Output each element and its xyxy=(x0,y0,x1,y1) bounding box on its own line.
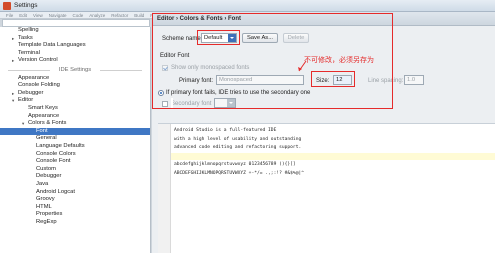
tree-item[interactable]: Console Folding xyxy=(0,82,150,90)
tree-item[interactable]: Language Defaults xyxy=(0,143,150,151)
chevron-right-icon[interactable]: ▸ xyxy=(12,90,14,98)
tree-item[interactable]: Spelling xyxy=(0,27,150,35)
tree-item-label: Terminal xyxy=(18,49,40,56)
tree-item-label: Custom xyxy=(36,165,56,172)
tree-item-label: Tasks xyxy=(18,34,33,41)
tree-item-label: Font xyxy=(36,127,48,134)
menu-item[interactable]: View xyxy=(33,12,43,19)
tree-item[interactable]: Appearance xyxy=(0,113,150,121)
app-icon xyxy=(3,2,11,10)
window-titlebar: Settings xyxy=(0,0,495,12)
tree-item[interactable]: Terminal xyxy=(0,50,150,58)
menu-item[interactable]: File xyxy=(6,12,13,19)
tree-item[interactable]: HTML xyxy=(0,204,150,212)
menu-item[interactable]: Analyze xyxy=(89,12,105,19)
editor-gutter xyxy=(158,124,171,253)
tree-item[interactable]: Java xyxy=(0,181,150,189)
tree-item-label: Language Defaults xyxy=(36,143,85,149)
preview-line: advanced code editing and refactoring su… xyxy=(174,145,302,150)
settings-search-input[interactable] xyxy=(2,19,150,27)
tree-item-label: Console Font xyxy=(36,158,71,165)
preview-line: with a high level of usability and outst… xyxy=(174,136,302,142)
line-spacing-input[interactable]: 1.0 xyxy=(404,75,424,85)
tree-item-label: General xyxy=(36,135,57,142)
tree-item[interactable]: ▸ Version Control xyxy=(0,57,150,65)
tree-item-label: Appearance xyxy=(28,112,60,119)
tree-section-header: IDE Settings xyxy=(0,66,150,74)
tree-item[interactable]: Template Data Languages xyxy=(0,42,150,50)
tree-item[interactable]: Appearance xyxy=(0,75,150,83)
tree-item-label: Editor xyxy=(18,97,34,104)
window-title: Settings xyxy=(14,2,38,9)
annotation-box-scheme xyxy=(197,30,240,45)
chevron-down-icon[interactable]: ▾ xyxy=(12,97,14,105)
tree-item-label: RegExp xyxy=(36,219,57,225)
tree-item[interactable]: Debugger xyxy=(0,173,150,181)
tree-item[interactable]: Android Logcat xyxy=(0,189,150,197)
menu-item[interactable]: Code xyxy=(72,12,83,19)
tree-item[interactable]: Properties xyxy=(0,211,150,219)
annotation-box-size xyxy=(311,71,355,87)
tree-item-label: Smart Keys xyxy=(28,105,58,111)
tree-item-label: Colors & Fonts xyxy=(28,120,67,127)
tree-item-label: Android Logcat xyxy=(36,188,75,195)
tree-item[interactable]: Font xyxy=(0,127,150,136)
menu-item[interactable]: Refactor xyxy=(111,12,128,19)
tree-item-label: Console Colors xyxy=(36,150,76,157)
tree-item-label: Version Control xyxy=(18,57,58,64)
tree-item-label: Debugger xyxy=(18,89,44,96)
tree-item[interactable]: ▾ Colors & Fonts xyxy=(0,120,150,128)
preview-line: ABCDEFGHIJKLMNOPQRSTUVWXYZ +-*/= .,;:!? … xyxy=(174,170,304,176)
annotation-text: 不可修改，必须另存为 xyxy=(304,57,374,64)
tree-item-label: Debugger xyxy=(36,173,62,180)
font-preview-editor[interactable]: Android Studio is a full-featured IDE wit… xyxy=(158,123,495,253)
tree-item[interactable]: Smart Keys xyxy=(0,105,150,113)
tree-item[interactable]: Groovy xyxy=(0,196,150,204)
tree-item[interactable]: Console Font xyxy=(0,158,150,166)
line-spacing-value: 1.0 xyxy=(407,77,416,83)
tree-item[interactable]: ▾ Editor xyxy=(0,97,150,105)
menu-item[interactable]: Edit xyxy=(19,12,27,19)
tree-item-label: Java xyxy=(36,181,49,187)
tree-item-label: Spelling xyxy=(18,27,39,33)
preview-line: Android Studio is a full-featured IDE xyxy=(174,128,277,133)
preview-line: abcdefghijklmnopqrstuvwxyz 0123456789 ()… xyxy=(174,162,296,167)
chevron-down-icon[interactable]: ▾ xyxy=(22,120,24,128)
tree-item[interactable]: Console Colors xyxy=(0,151,150,159)
tree-item[interactable]: ▸ Tasks xyxy=(0,35,150,43)
settings-tree: Spelling ▸ Tasks Template Data Languages Ter… xyxy=(0,27,151,253)
tree-item[interactable]: RegExp xyxy=(0,219,150,227)
settings-content-panel: Editor › Colors & Fonts › Font Scheme na… xyxy=(152,12,495,253)
tree-item-label: Console Folding xyxy=(18,82,60,89)
chevron-right-icon[interactable]: ▸ xyxy=(12,35,14,43)
tree-item-label: Properties xyxy=(36,211,63,218)
menu-item[interactable]: Navigate xyxy=(49,12,67,19)
current-line-highlight xyxy=(158,153,495,160)
tree-item-label: Groovy xyxy=(36,196,55,203)
menu-item[interactable]: Build xyxy=(134,12,144,19)
tree-item-label: Appearance xyxy=(18,74,50,81)
chevron-right-icon[interactable]: ▸ xyxy=(12,57,14,65)
tree-item[interactable]: Custom xyxy=(0,166,150,174)
tree-item[interactable]: ▸ Debugger xyxy=(0,90,150,98)
tree-item[interactable]: General xyxy=(0,135,150,143)
tree-item-label: Template Data Languages xyxy=(18,42,86,49)
tree-item-label: HTML xyxy=(36,203,52,210)
